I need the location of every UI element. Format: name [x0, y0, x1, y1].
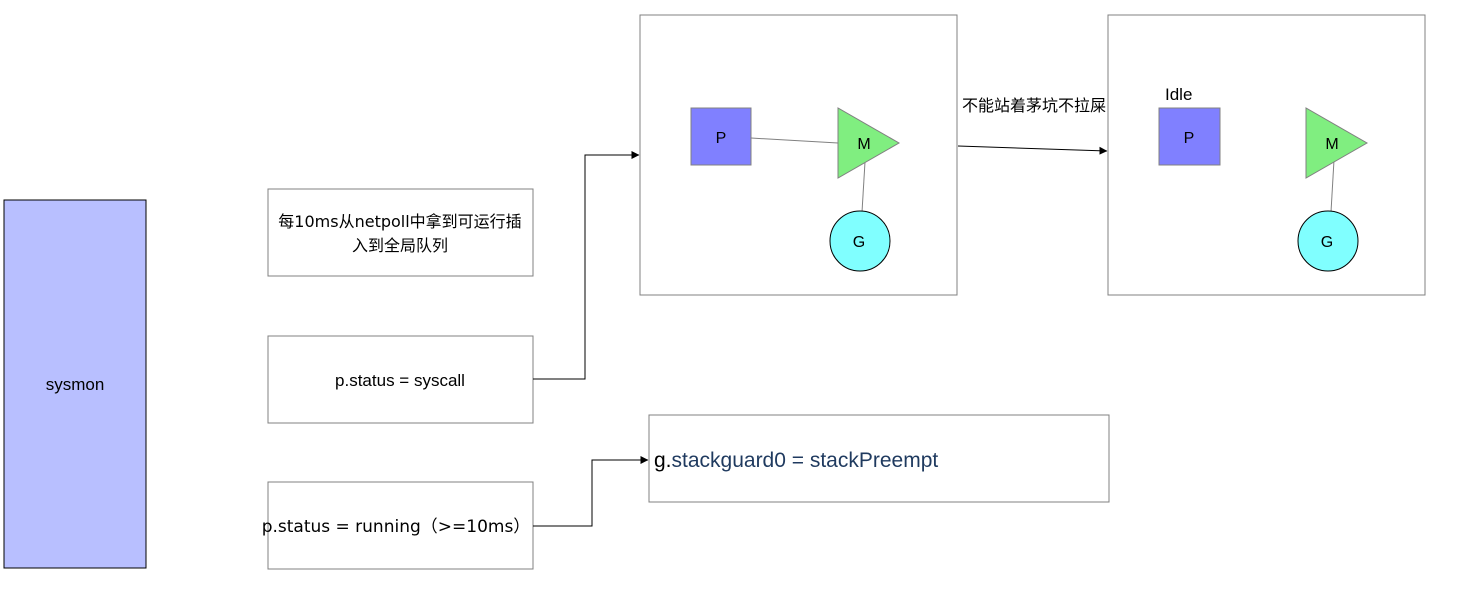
idle-status-label: Idle: [1165, 85, 1192, 104]
netpoll-condition-box: [267, 188, 534, 277]
running-condition-label: p.status = running（>=10ms）: [262, 517, 531, 537]
g-label-after: G: [1321, 234, 1333, 251]
g-label-before: G: [853, 234, 865, 251]
preempt-prefix: g.: [654, 449, 672, 472]
p-label-after: P: [1184, 130, 1195, 147]
syscall-to-pmg-arrow: [533, 151, 640, 380]
preempt-rest: stackguard0 = stackPreempt: [672, 449, 939, 472]
netpoll-condition-line2: 入到全局队列: [352, 236, 448, 255]
running-condition-node: p.status = running（>=10ms）: [262, 481, 534, 570]
handoff-label: 不能站着茅坑不拉屎: [962, 96, 1106, 115]
pmg-before-box: [639, 14, 958, 296]
handoff-arrow: [957, 145, 1108, 155]
netpoll-condition-node: 每10ms从netpoll中拿到可运行插 入到全局队列: [267, 188, 534, 277]
pmg-after-box: [1107, 14, 1426, 296]
preempt-action-label: g.stackguard0 = stackPreempt: [654, 449, 938, 472]
syscall-condition-node: p.status = syscall: [267, 335, 534, 424]
netpoll-condition-line1: 每10ms从netpoll中拿到可运行插: [278, 212, 521, 231]
pmg-before-node: P M G: [639, 14, 958, 296]
preempt-action-node: g.stackguard0 = stackPreempt: [648, 414, 1110, 503]
m-label-after: M: [1325, 136, 1338, 153]
pmg-after-node: Idle P M G: [1107, 14, 1426, 296]
p-label-before: P: [716, 130, 727, 147]
sysmon-label: sysmon: [46, 375, 105, 394]
m-label-before: M: [857, 136, 870, 153]
sysmon-node: sysmon: [3, 199, 147, 569]
syscall-condition-label: p.status = syscall: [335, 371, 465, 390]
diagram-canvas: sysmon 每10ms从netpoll中拿到可运行插 入到全局队列 p.sta…: [3, 14, 1426, 570]
running-to-preempt-arrow: [533, 456, 649, 527]
